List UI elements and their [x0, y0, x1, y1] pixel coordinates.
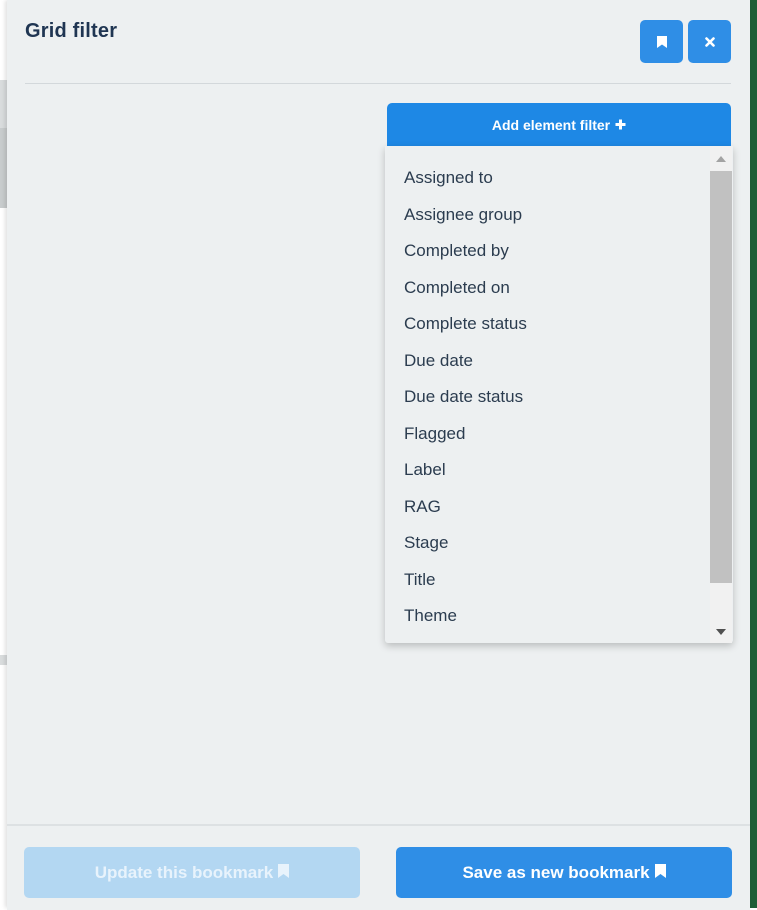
dropdown-item-stage[interactable]: Stage — [385, 525, 711, 562]
dropdown-item-flagged[interactable]: Flagged — [385, 416, 711, 453]
add-element-filter-button[interactable]: Add element filter — [387, 103, 731, 146]
save-new-bookmark-label: Save as new bookmark — [462, 862, 650, 882]
update-bookmark-button[interactable]: Update this bookmark — [24, 847, 360, 898]
dropdown-item-label[interactable]: Label — [385, 452, 711, 489]
panel-footer: Update this bookmark Save as new bookmar… — [7, 824, 750, 910]
triangle-down-icon — [716, 622, 726, 640]
panel-title: Grid filter — [25, 20, 118, 42]
bookmark-icon — [654, 863, 666, 883]
dropdown-item-title[interactable]: Title — [385, 562, 711, 599]
plus-icon — [615, 117, 626, 133]
background-page-edge — [0, 0, 7, 908]
element-filter-dropdown: Assigned to Assignee group Completed by … — [385, 146, 733, 643]
add-element-filter-label: Add element filter — [491, 116, 611, 133]
dropdown-item-completed-by[interactable]: Completed by — [385, 233, 711, 270]
background-page-edge-right — [750, 0, 757, 908]
scroll-down-button[interactable] — [710, 621, 732, 641]
dropdown-item-completed-on[interactable]: Completed on — [385, 270, 711, 307]
dropdown-item-assigned-to[interactable]: Assigned to — [385, 160, 711, 197]
update-bookmark-label: Update this bookmark — [94, 862, 274, 882]
dropdown-item-assignee-group[interactable]: Assignee group — [385, 197, 711, 234]
close-icon — [704, 36, 715, 47]
scroll-thumb[interactable] — [710, 171, 732, 583]
dropdown-item-complete-status[interactable]: Complete status — [385, 306, 711, 343]
save-new-bookmark-button[interactable]: Save as new bookmark — [396, 847, 732, 898]
close-button[interactable] — [688, 20, 731, 63]
grid-filter-panel: Grid filter Add element filter Assigned … — [7, 0, 750, 910]
scroll-up-button[interactable] — [710, 148, 732, 168]
bookmark-icon — [278, 863, 290, 883]
dropdown-item-rag[interactable]: RAG — [385, 489, 711, 526]
dropdown-item-due-date[interactable]: Due date — [385, 343, 711, 380]
dropdown-scrollbar[interactable] — [710, 146, 732, 643]
bookmark-icon — [656, 35, 667, 48]
dropdown-item-due-date-status[interactable]: Due date status — [385, 379, 711, 416]
dropdown-item-theme[interactable]: Theme — [385, 598, 711, 635]
triangle-up-icon — [716, 149, 726, 167]
header-divider — [25, 83, 731, 84]
dropdown-list: Assigned to Assignee group Completed by … — [385, 160, 711, 635]
bookmark-button[interactable] — [640, 20, 683, 63]
